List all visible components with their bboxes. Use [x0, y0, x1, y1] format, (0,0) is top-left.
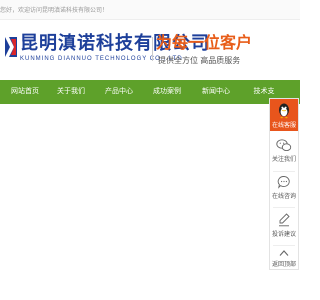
nav-item-home[interactable]: 网站首页 — [4, 80, 46, 104]
nav-item-about[interactable]: 关于我们 — [50, 80, 92, 104]
header-slogan: 为每一位客户 — [156, 35, 253, 52]
qq-penguin-icon — [279, 103, 289, 119]
header-subslogan: 提供全方位 高品质服务 — [158, 56, 241, 65]
side-divider — [273, 171, 295, 172]
nav-item-news[interactable]: 新闻中心 — [195, 80, 237, 104]
complaint-button[interactable]: 投诉建议 — [270, 213, 298, 238]
nav-item-cases[interactable]: 成功案例 — [146, 80, 188, 104]
side-divider — [273, 207, 295, 208]
back-to-top-button[interactable]: 返回顶部 — [270, 249, 298, 268]
wechat-icon — [276, 139, 292, 152]
side-label-follow: 关注我们 — [271, 157, 296, 163]
top-bar: 您好，欢迎访问昆明滇诺科技有限公司！ — [0, 0, 300, 20]
side-divider — [273, 245, 295, 246]
side-label-top: 返回顶部 — [271, 262, 296, 268]
nav-item-products[interactable]: 产品中心 — [98, 80, 140, 104]
side-label-consult: 在线咨询 — [271, 194, 296, 200]
header-divider — [152, 37, 153, 61]
side-toolbar: 在线客服 关注我们 在线咨询 投诉建议 返回顶部 — [269, 98, 299, 270]
welcome-text: 您好，欢迎访问昆明滇诺科技有限公司！ — [0, 8, 109, 14]
chat-bubble-icon — [277, 176, 290, 189]
online-service-button[interactable]: 在线客服 — [270, 99, 298, 131]
follow-us-button[interactable]: 关注我们 — [270, 139, 298, 163]
side-label-service: 在线客服 — [271, 123, 296, 129]
pencil-icon — [279, 213, 290, 227]
online-consult-button[interactable]: 在线咨询 — [270, 175, 298, 200]
company-logo-icon[interactable] — [4, 36, 18, 58]
side-label-complaint: 投诉建议 — [271, 232, 296, 238]
arrow-up-icon — [279, 250, 289, 256]
main-nav: 网站首页 关于我们 产品中心 成功案例 新闻中心 技术支 — [0, 80, 300, 104]
